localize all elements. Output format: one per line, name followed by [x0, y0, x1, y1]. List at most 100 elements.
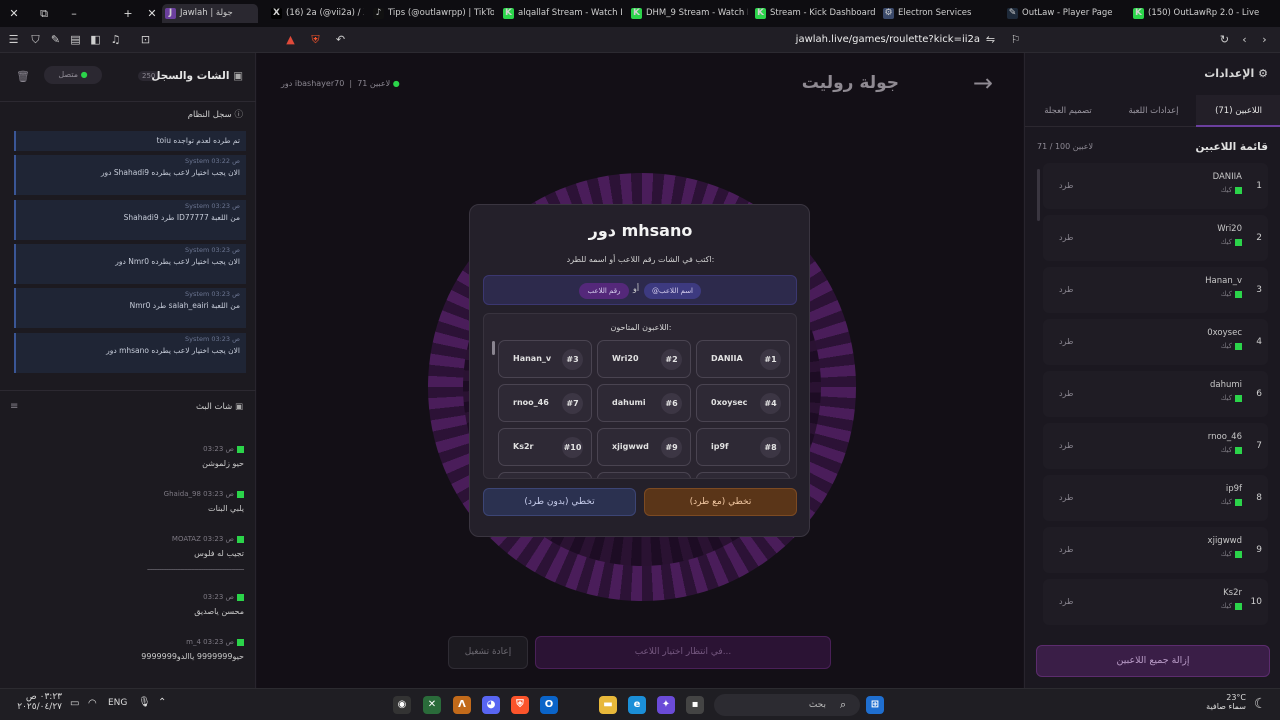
kick-player-button[interactable]: طرد — [1059, 319, 1073, 365]
weather-widget[interactable]: 23°C سماء صافية — [1196, 693, 1246, 711]
wifi-icon[interactable]: ◠ — [88, 698, 97, 709]
music-icon[interactable]: ♫ — [108, 32, 123, 47]
mic-icon[interactable]: 🎙 — [138, 697, 151, 708]
candidate-button[interactable]: DANIIA #1 — [696, 340, 790, 378]
forward-icon[interactable]: › — [1257, 32, 1272, 47]
browser-tab[interactable]: Kalqallaf Stream - Watch Live — [500, 4, 622, 23]
shield-icon[interactable]: ⛉ — [28, 32, 43, 47]
start-icon[interactable]: ⊞ — [866, 696, 884, 714]
reload-site-icon[interactable]: ↶ — [333, 32, 348, 47]
tab-close-icon[interactable]: ✕ — [142, 4, 162, 23]
back-icon[interactable]: ‹ — [1237, 32, 1252, 47]
browser-tab[interactable]: K (150) OutLawRp 2.0 - Live Ch — [1130, 4, 1262, 23]
browser-tab[interactable]: ⚙ Electron Services — [880, 4, 1002, 23]
candidate-button[interactable]: ip9f #8 — [696, 428, 790, 466]
candidate-button[interactable]: Wri20 #2 — [597, 340, 691, 378]
tab-actions-icon[interactable]: ⧉ — [34, 4, 54, 23]
kick-player-button[interactable]: طرد — [1059, 371, 1073, 417]
candidate-button[interactable]: Ks2r #10 — [498, 428, 592, 466]
tabs-icon[interactable]: ▤ — [68, 32, 83, 47]
scrollbar[interactable] — [492, 341, 495, 355]
browser-tab[interactable]: ♪ Tips (@outlawrpp) | TikTok — [370, 4, 494, 23]
brave-shield-icon[interactable]: ⛨ — [308, 32, 323, 47]
browser-tab[interactable]: J Jawlah | جولة — [162, 4, 258, 23]
scrollbar[interactable] — [1037, 169, 1040, 221]
kick-player-button[interactable]: طرد — [1059, 579, 1073, 625]
trash-icon[interactable]: 🗑 — [16, 70, 30, 83]
terminal-icon[interactable]: ✕ — [423, 696, 441, 714]
remove-all-players-button[interactable]: إزالة جميع اللاعبين — [1036, 645, 1270, 677]
tab-players[interactable]: اللاعبين (71) — [1196, 95, 1280, 127]
kick-player-button[interactable]: طرد — [1059, 215, 1073, 261]
skip-without-kick-button[interactable]: تخطي (بدون طرد) — [483, 488, 636, 516]
browser-tab[interactable]: ✎ OutLaw - Player Page — [1004, 4, 1124, 23]
message-author: MOATAZ 03:23 ص — [8, 535, 244, 543]
system-message: System 03:23 ص دور Nmr0 الان يجب اختيار ل… — [14, 244, 246, 284]
kick-player-button[interactable]: طرد — [1059, 475, 1073, 521]
copilot-icon[interactable]: ✦ — [657, 696, 675, 714]
candidate-button[interactable] — [597, 472, 691, 478]
kick-logo-icon — [1235, 290, 1242, 298]
chevron-up-icon[interactable]: ⌃ — [158, 697, 166, 708]
candidate-button[interactable]: dahumi #6 — [597, 384, 691, 422]
player-number: 1 — [1256, 181, 1262, 191]
brave-icon[interactable]: ⛨ — [511, 696, 529, 714]
back-arrow-icon[interactable]: → — [973, 69, 993, 97]
connection-status-label: متصل — [58, 70, 79, 79]
tab-favicon-icon: K — [631, 8, 642, 19]
candidate-button[interactable]: 0xoysec #4 — [696, 384, 790, 422]
browser-tab[interactable]: K Stream - Kick Dashboard — [752, 4, 876, 23]
candidate-button[interactable]: rnoo_46 #7 — [498, 384, 592, 422]
language-indicator[interactable]: ENG — [108, 698, 127, 708]
kick-player-button[interactable]: طرد — [1059, 163, 1073, 209]
gear-icon: ⚙ — [1258, 67, 1268, 80]
url-input[interactable]: jawlah.live/games/roulette?kick=ii2a — [500, 32, 980, 48]
new-tab-icon[interactable]: + — [118, 4, 138, 23]
screenshot-icon[interactable]: ⊡ — [138, 32, 153, 47]
brave-alert-icon[interactable]: ▲ — [283, 32, 298, 47]
discord-icon[interactable]: ◕ — [482, 696, 500, 714]
close-window-icon[interactable]: ✕ — [4, 4, 24, 23]
player-row: 8 ip9f كيك طرد — [1043, 475, 1268, 521]
candidate-button[interactable]: Hanan_v #3 — [498, 340, 592, 378]
candidate-button[interactable] — [498, 472, 592, 478]
desktop-icon[interactable]: ▪ — [686, 696, 704, 714]
player-number: 9 — [1256, 545, 1262, 555]
browser-tab[interactable]: K DHM_9 Stream - Watch Live — [628, 4, 748, 23]
skip-with-kick-button[interactable]: تخطي (مع طرد) — [644, 488, 797, 516]
kick-logo-icon — [1235, 186, 1242, 194]
app-a-icon[interactable]: Λ — [453, 696, 471, 714]
menu-icon[interactable]: ☰ — [6, 32, 21, 47]
kick-player-button[interactable]: طرد — [1059, 423, 1073, 469]
tab-game-settings[interactable]: إعدادات اللعبة — [1111, 95, 1196, 127]
list-icon[interactable]: ≡ — [10, 401, 18, 412]
kick-player-button[interactable]: طرد — [1059, 527, 1073, 573]
battery-icon[interactable]: ▭ — [70, 698, 79, 709]
reload-icon[interactable]: ↻ — [1217, 32, 1232, 47]
spin-button[interactable]: في انتظار اختيار اللاعب... — [535, 636, 831, 669]
tab-wheel-design[interactable]: تصميم العجلة — [1025, 95, 1111, 127]
candidate-button[interactable]: xjigwwd #9 — [597, 428, 691, 466]
outlook-icon[interactable]: O — [540, 696, 558, 714]
browser-tab[interactable]: X (16) 2a (@vii2a) / X — [268, 4, 364, 23]
pin-icon[interactable]: ✎ — [48, 32, 63, 47]
clock[interactable]: ٠٣:٢٣ ص ٢٠٢٥/٠٤/٢٧ — [12, 692, 62, 712]
candidate-name: DANIIA — [711, 354, 743, 363]
bookmark-icon[interactable]: ⚐ — [1008, 32, 1023, 47]
tab-title: Stream - Kick Dashboard — [770, 8, 876, 18]
player-row: 7 rnoo_46 كيك طرد — [1043, 423, 1268, 469]
kick-logo-icon — [1235, 550, 1242, 558]
obs-icon[interactable]: ◉ — [393, 696, 411, 714]
replay-button[interactable]: إعادة تشغيل — [448, 636, 528, 669]
sidebar-icon[interactable]: ◧ — [88, 32, 103, 47]
candidate-button[interactable] — [696, 472, 790, 478]
minimize-icon[interactable]: – — [64, 4, 84, 23]
folder-icon[interactable]: ▬ — [599, 696, 617, 714]
taskbar-search[interactable]: بحث — [714, 694, 860, 716]
site-settings-icon[interactable]: ⇋ — [983, 32, 998, 47]
player-row: 6 dahumi كيك طرد — [1043, 371, 1268, 417]
chat-message: Ghaida_98 03:23 ص يلبي البنات — [8, 490, 244, 513]
status-dot-icon: ● — [80, 70, 88, 79]
kick-player-button[interactable]: طرد — [1059, 267, 1073, 313]
edge-icon[interactable]: e — [628, 696, 646, 714]
